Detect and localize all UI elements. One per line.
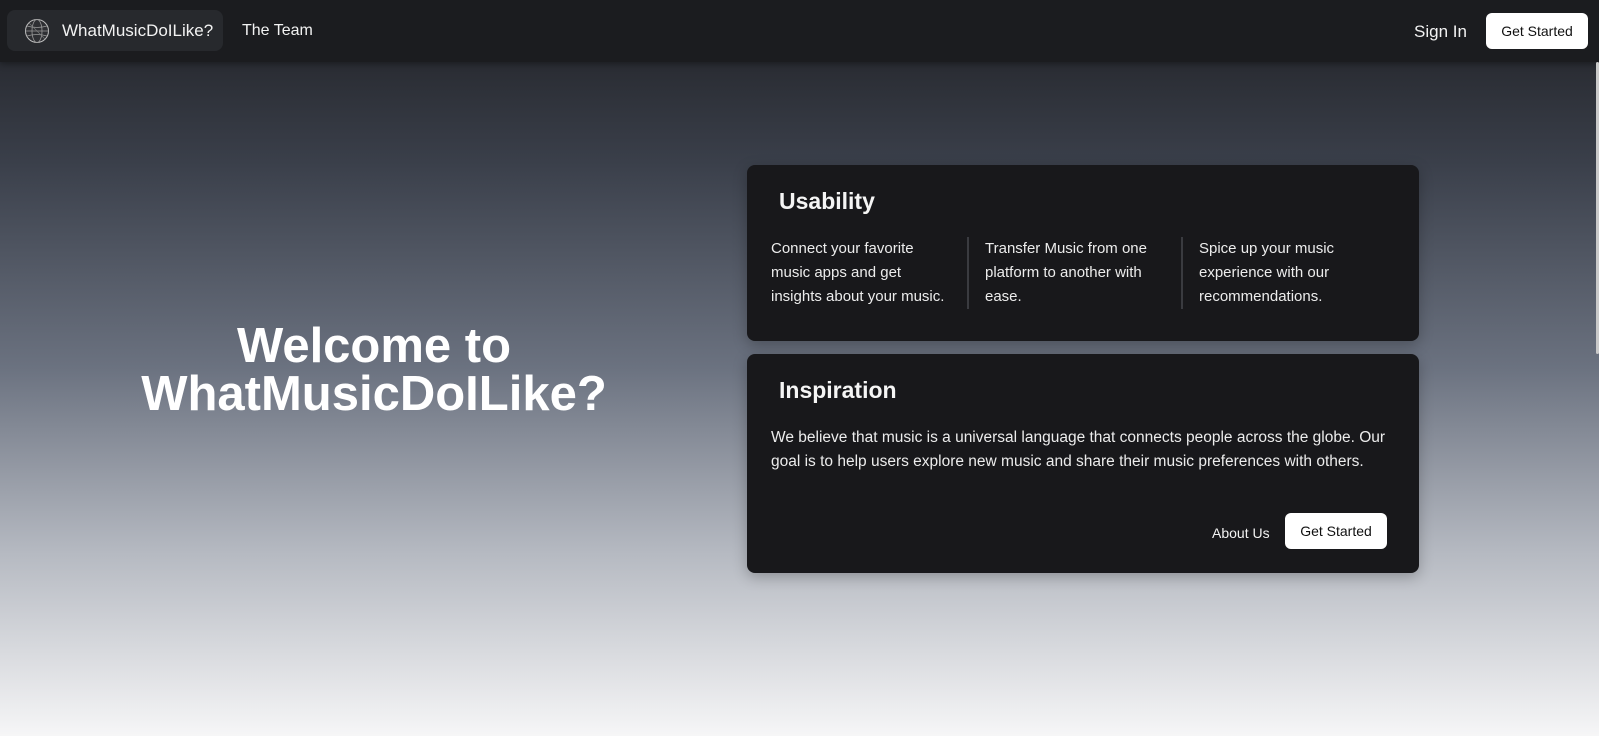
nav-get-started-button[interactable]: Get Started — [1486, 13, 1588, 49]
usability-features: Connect your favorite music apps and get… — [771, 237, 1395, 309]
inspiration-card: Inspiration We believe that music is a u… — [747, 354, 1419, 573]
sign-in-link[interactable]: Sign In — [1414, 22, 1467, 42]
usability-title: Usability — [779, 188, 875, 214]
top-navbar: WhatMusicDoILike? The Team Sign In Get S… — [0, 0, 1599, 62]
feature-transfer-music: Transfer Music from one platform to anot… — [967, 237, 1181, 309]
inspiration-title: Inspiration — [779, 377, 897, 403]
hero-title-line-2: WhatMusicDoILike? — [141, 367, 607, 421]
feature-recommendations: Spice up your music experience with our … — [1181, 237, 1395, 309]
usability-card: Usability Connect your favorite music ap… — [747, 165, 1419, 341]
about-us-link[interactable]: About Us — [1212, 525, 1270, 541]
inspiration-text: We believe that music is a universal lan… — [771, 429, 1386, 470]
hero-title: Welcome to WhatMusicDoILike? — [100, 319, 648, 421]
globe-icon — [25, 18, 49, 43]
brand-home-link[interactable]: WhatMusicDoILike? — [7, 10, 223, 51]
brand-name: WhatMusicDoILike? — [62, 20, 214, 40]
hero-title-line-1: Welcome to — [236, 319, 512, 373]
card-get-started-button[interactable]: Get Started — [1285, 513, 1387, 549]
feature-connect-apps: Connect your favorite music apps and get… — [771, 240, 945, 305]
nav-link-the-team[interactable]: The Team — [242, 22, 313, 40]
